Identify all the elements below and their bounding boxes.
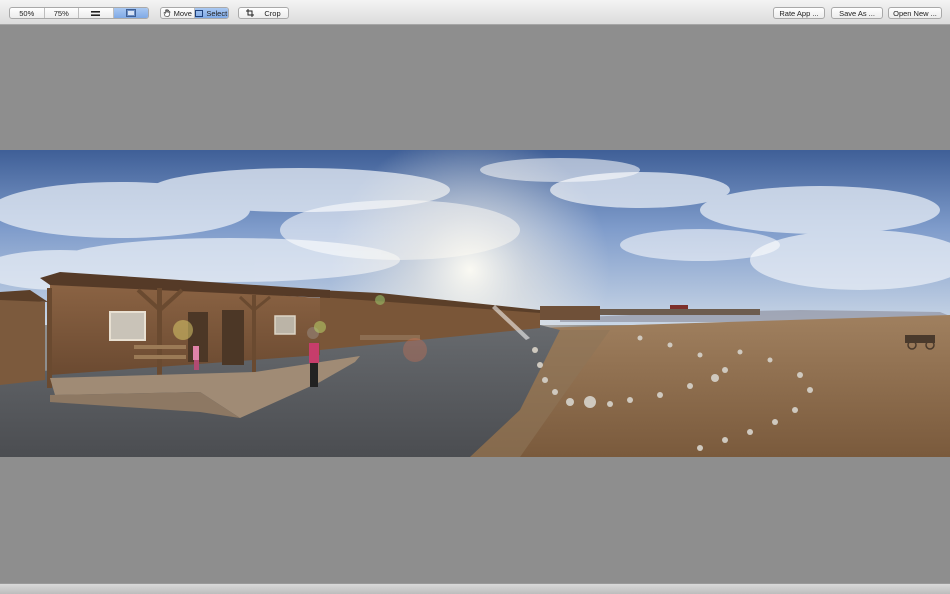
save-as-label: Save As ... <box>839 8 875 18</box>
crop-button[interactable]: Crop <box>238 7 289 19</box>
move-label: Move <box>173 8 192 18</box>
open-new-button[interactable]: Open New ... <box>888 7 942 19</box>
rate-app-button[interactable]: Rate App ... <box>773 7 825 19</box>
panorama-image[interactable] <box>0 150 950 457</box>
fit-equals-icon <box>91 10 101 16</box>
select-icon <box>195 9 204 17</box>
rate-app-label: Rate App ... <box>779 8 819 18</box>
zoom-75-button[interactable]: 75% <box>45 8 79 18</box>
tool-segmented-control: Move Select <box>160 7 229 19</box>
bottom-status-bar <box>0 583 950 594</box>
crop-label: Crop <box>264 8 281 18</box>
select-tool-button[interactable]: Select <box>194 8 228 18</box>
fit-image-icon <box>125 9 136 17</box>
zoom-75-label: 75% <box>53 8 69 18</box>
zoom-segmented-control: 50% 75% <box>9 7 149 19</box>
save-as-button[interactable]: Save As ... <box>831 7 883 19</box>
zoom-fit-image-button[interactable] <box>113 8 148 18</box>
image-canvas[interactable] <box>0 25 950 583</box>
zoom-50-label: 50% <box>19 8 35 18</box>
hand-icon <box>163 9 170 17</box>
toolbar: 50% 75% Move Select Crop Rate App ... Sa… <box>0 0 950 25</box>
move-tool-button[interactable]: Move <box>161 8 195 18</box>
zoom-fit-width-button[interactable] <box>79 8 114 18</box>
crop-icon <box>246 9 255 17</box>
select-label: Select <box>206 8 228 18</box>
open-new-label: Open New ... <box>893 8 937 18</box>
zoom-50-button[interactable]: 50% <box>10 8 45 18</box>
